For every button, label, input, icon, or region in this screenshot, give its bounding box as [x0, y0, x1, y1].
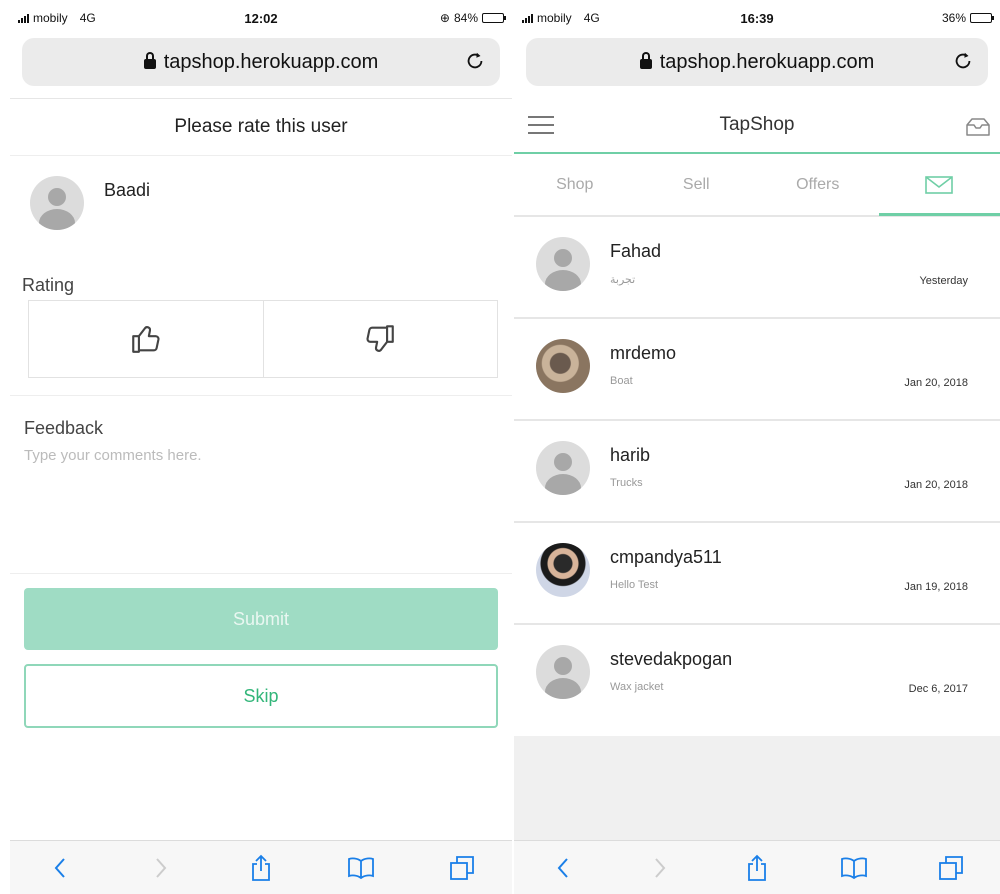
battery-percent: 36%	[941, 11, 966, 25]
message-snippet: Hello Test	[610, 579, 659, 591]
rating-label: Rating	[22, 275, 75, 295]
list-item[interactable]: stevedakpogan Wax jacket Dec 6, 2017	[514, 625, 1000, 727]
message-snippet: Trucks	[610, 477, 643, 489]
message-list: Fahad تجربة Yesterday mrdemo Boat Jan 20…	[514, 216, 1000, 727]
lock-icon	[143, 52, 156, 69]
message-date: Yesterday	[919, 275, 968, 287]
feedback-section: Feedback	[10, 396, 512, 574]
app-header: TapShop	[514, 98, 1000, 154]
message-sender: Fahad	[610, 241, 662, 261]
app-title: TapShop	[719, 114, 795, 135]
message-sender: stevedakpogan	[610, 649, 733, 669]
thumbs-down-icon	[366, 325, 395, 352]
skip-button[interactable]: Skip	[24, 664, 498, 728]
avatar	[536, 237, 590, 291]
url-bar[interactable]: tapshop.herokuapp.com	[526, 38, 988, 86]
battery-percent: 84%	[453, 11, 478, 25]
list-item[interactable]: Fahad تجربة Yesterday	[514, 217, 1000, 319]
signal-icon	[18, 13, 29, 23]
message-date: Jan 20, 2018	[904, 377, 968, 389]
rate-user-screen: mobily 4G 12:02 ⊕ 84% tapshop.herokuapp.…	[10, 0, 512, 894]
tab-shop[interactable]: Shop	[514, 154, 636, 215]
message-snippet: تجربة	[610, 274, 636, 286]
user-name: Baadi	[104, 180, 151, 200]
tab-sell[interactable]: Sell	[636, 154, 758, 215]
location-icon: ⊕	[439, 11, 450, 25]
avatar	[30, 176, 84, 230]
feedback-input[interactable]	[24, 447, 498, 547]
message-sender: mrdemo	[610, 343, 677, 363]
forward-icon[interactable]	[640, 850, 680, 886]
message-date: Dec 6, 2017	[908, 683, 968, 695]
lock-icon	[639, 52, 652, 69]
bookmarks-icon[interactable]	[341, 850, 381, 886]
url-text: tapshop.herokuapp.com	[659, 50, 875, 73]
empty-area	[514, 736, 1000, 840]
message-sender: harib	[610, 445, 651, 465]
avatar	[536, 441, 590, 495]
message-date: Jan 20, 2018	[904, 479, 968, 491]
reload-icon[interactable]	[952, 50, 974, 72]
battery-icon	[482, 13, 506, 23]
share-icon[interactable]	[737, 850, 777, 886]
reload-icon[interactable]	[464, 50, 486, 72]
url-bar[interactable]: tapshop.herokuapp.com	[22, 38, 500, 86]
avatar	[536, 645, 590, 699]
avatar	[536, 543, 590, 597]
list-item[interactable]: harib Trucks Jan 20, 2018	[514, 421, 1000, 523]
tabs-icon[interactable]	[931, 850, 971, 886]
avatar	[536, 339, 590, 393]
forward-icon[interactable]	[141, 850, 181, 886]
network-type: 4G	[79, 11, 96, 25]
tabs-icon[interactable]	[442, 850, 482, 886]
submit-button[interactable]: Submit	[24, 588, 498, 650]
signal-icon	[522, 13, 533, 23]
status-time: 12:02	[244, 10, 278, 26]
message-snippet: Wax jacket	[610, 681, 664, 693]
carrier-name: mobily	[537, 11, 572, 25]
rated-user: Baadi	[10, 156, 512, 256]
page-title: Please rate this user	[10, 98, 512, 156]
nav-tabs: Shop Sell Offers	[514, 154, 1000, 216]
url-text: tapshop.herokuapp.com	[163, 50, 379, 73]
browser-toolbar	[514, 840, 1000, 894]
hamburger-menu-icon[interactable]	[528, 116, 554, 134]
status-time: 16:39	[740, 10, 774, 26]
network-type: 4G	[583, 11, 600, 25]
status-bar: mobily 4G 16:39 36%	[514, 0, 1000, 36]
carrier-name: mobily	[33, 11, 68, 25]
bookmarks-icon[interactable]	[834, 850, 874, 886]
thumbs-down-button[interactable]	[262, 301, 498, 377]
message-date: Jan 19, 2018	[904, 581, 968, 593]
thumbs-up-button[interactable]	[29, 301, 263, 377]
back-icon[interactable]	[40, 850, 80, 886]
thumbs-up-icon	[131, 326, 160, 353]
browser-toolbar	[10, 840, 512, 894]
battery-icon	[970, 13, 994, 23]
message-snippet: Boat	[610, 375, 633, 387]
rating-options	[28, 300, 498, 378]
list-item[interactable]: mrdemo Boat Jan 20, 2018	[514, 319, 1000, 421]
status-bar: mobily 4G 12:02 ⊕ 84%	[10, 0, 512, 36]
share-icon[interactable]	[241, 850, 281, 886]
inbox-screen: mobily 4G 16:39 36% tapshop.herokuapp.co…	[514, 0, 1000, 894]
list-item[interactable]: cmpandya511 Hello Test Jan 19, 2018	[514, 523, 1000, 625]
tab-offers[interactable]: Offers	[757, 154, 879, 215]
back-icon[interactable]	[543, 850, 583, 886]
message-sender: cmpandya511	[610, 547, 722, 567]
tab-messages[interactable]	[878, 154, 1000, 216]
inbox-icon[interactable]	[964, 116, 992, 138]
envelope-icon	[925, 175, 954, 194]
feedback-label: Feedback	[24, 418, 104, 438]
